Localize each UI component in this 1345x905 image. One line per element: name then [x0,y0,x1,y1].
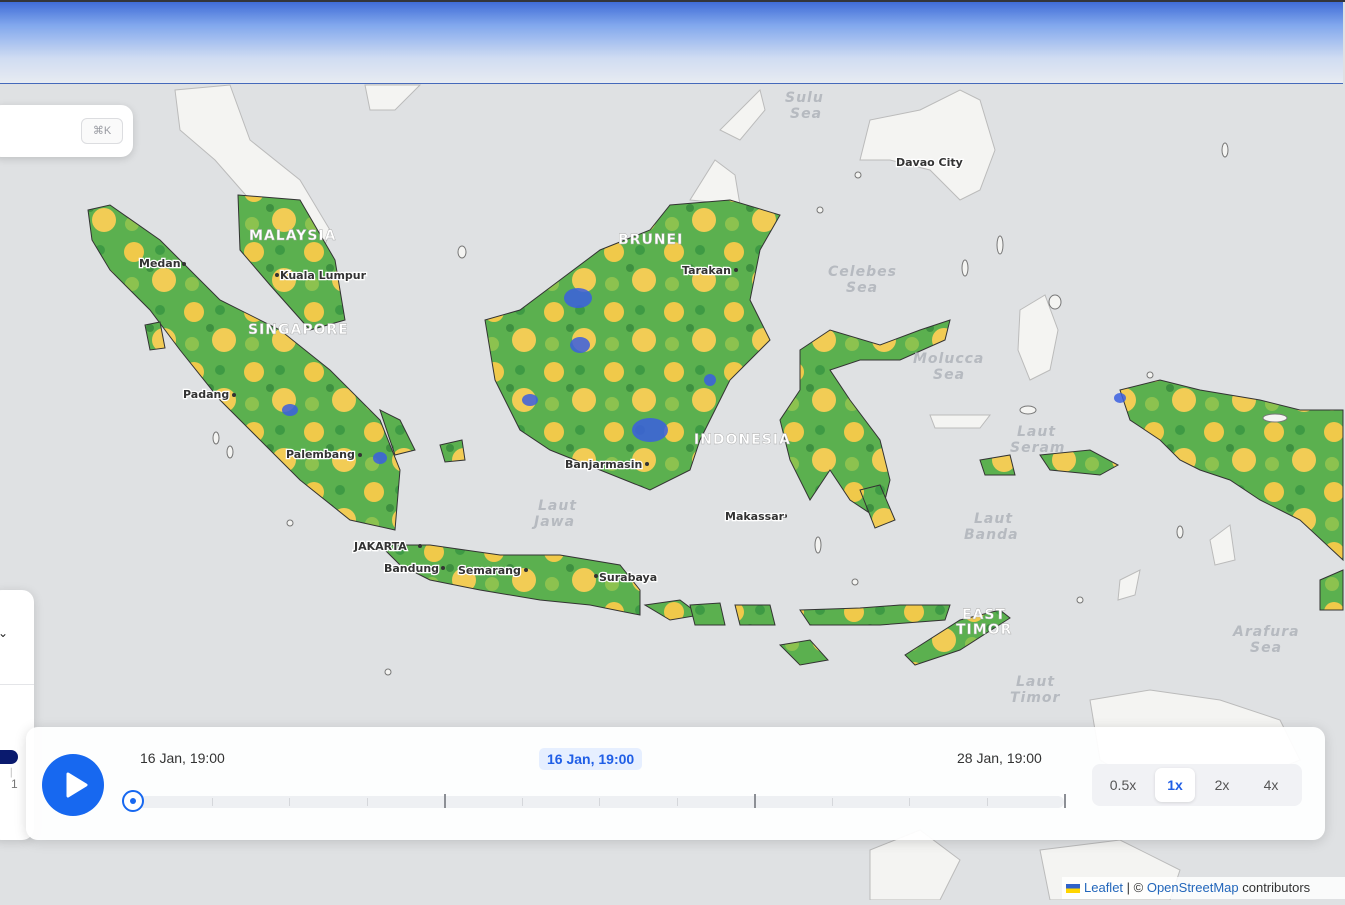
speed-2x-button[interactable]: 2x [1202,768,1242,802]
city-label-makassar: Makassar [725,510,785,523]
legend-value: 1 [11,777,18,791]
timeline-tick [599,798,600,806]
timeline-tick [212,798,213,806]
speed-4x-button[interactable]: 4x [1251,768,1291,802]
city-label-bandung: Bandung [384,562,439,575]
city-label-banjarmasin: Banjarmasin [565,458,642,471]
country-label-brunei: BRUNEI [618,232,683,248]
sea-label: Laut [1017,424,1056,440]
sea-label: Molucca [913,351,984,367]
country-label-timor: TIMOR [956,622,1012,638]
speed-selector: 0.5x 1x 2x 4x [1092,764,1302,806]
timeline-tick [987,798,988,806]
country-label-malaysia: MALAYSIA [249,228,336,244]
sea-label: Laut [1016,674,1055,690]
search-box[interactable]: ⌘K [0,105,133,157]
sea-label: Banda [964,527,1019,543]
malay-peninsula-overlay [237,194,346,331]
sea-label: Sea [790,106,822,122]
city-label-davao-city: Davao City [896,156,963,169]
timeline-tick [444,794,446,808]
timeline-tick [909,798,910,806]
shortcut-hint: ⌘K [81,118,123,144]
timeline-track[interactable] [134,794,1066,808]
country-label-indonesia: INDONESIA [694,432,791,448]
timeline-end-label: 28 Jan, 19:00 [957,750,1042,766]
city-label-medan: Medan [139,257,181,270]
city-label-semarang: Semarang [458,564,521,577]
play-icon [66,772,88,798]
timeline-tick [367,798,368,806]
timeline-tick [677,798,678,806]
speed-0-5x-button[interactable]: 0.5x [1098,768,1148,802]
city-label-kuala-lumpur: Kuala Lumpur [280,269,367,282]
sea-label: Sulu [785,90,824,106]
sea-label: Sea [846,280,878,296]
leaflet-link[interactable]: Leaflet [1084,880,1123,895]
timeline-current-label: 16 Jan, 19:00 [539,748,643,770]
timeline-thumb[interactable] [122,790,144,812]
country-label-singapore: SINGAPORE [248,322,349,338]
osm-link[interactable]: OpenStreetMap [1147,880,1239,895]
sea-label: Timor [1010,690,1061,706]
speed-1x-button[interactable]: 1x [1155,768,1195,802]
timeline-tick [1064,794,1066,808]
sea-label: Arafura [1232,624,1300,640]
ukraine-flag-icon [1066,884,1080,894]
legend-color-bar [0,750,18,764]
country-label-east: EAST [962,607,1006,623]
city-label-surabaya: Surabaya [599,571,657,584]
sea-label: Sea [933,367,965,383]
timeline-player: 16 Jan, 19:00 16 Jan, 19:00 28 Jan, 19:0… [26,727,1325,840]
sea-label: Jawa [531,514,575,530]
sea-label: Celebes [828,264,897,280]
header-bar [0,0,1343,84]
timeline-tick [832,798,833,806]
timeline-tick [289,798,290,806]
attribution-separator: | © [1123,880,1147,895]
thumb-dot [130,798,136,804]
play-button[interactable] [42,754,104,816]
timeline-start-label: 16 Jan, 19:00 [140,750,225,766]
sea-label: Sea [1250,640,1282,656]
city-label-padang: Padang [183,388,229,401]
window-edge [0,0,1345,2]
attribution-suffix: contributors [1238,880,1311,895]
city-label-tarakan: Tarakan [682,264,731,277]
sea-label: Laut [538,498,577,514]
timeline-tick [754,794,756,808]
city-label-jakarta: JAKARTA [353,540,407,553]
map-attribution: Leaflet | © OpenStreetMap contributors [1062,877,1345,899]
sea-label: Seram [1010,440,1066,456]
sea-label: Laut [974,511,1013,527]
chevron-down-icon[interactable]: ⌄ [0,626,8,640]
legend-tick: │ [9,768,14,777]
divider [0,684,34,685]
city-label-palembang: Palembang [286,448,355,461]
timeline-tick [522,798,523,806]
